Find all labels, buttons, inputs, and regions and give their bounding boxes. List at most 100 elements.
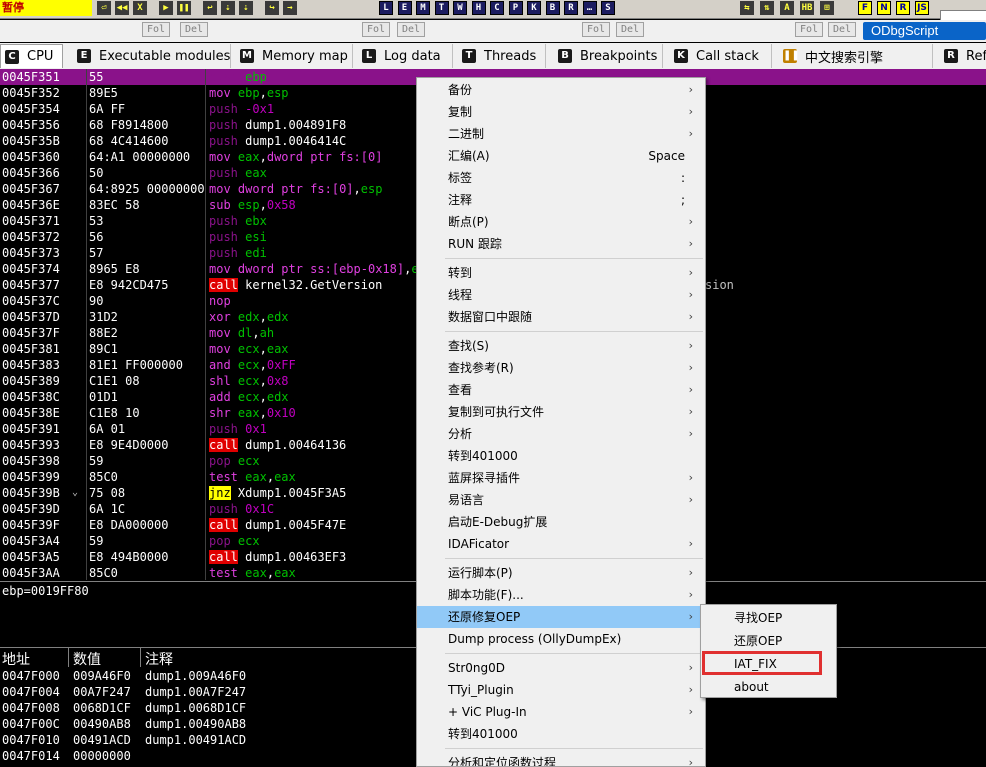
menu-item[interactable]: 注释; xyxy=(417,189,705,211)
del-button[interactable]: Del xyxy=(180,22,209,37)
instruction-cell: mov dl,ah xyxy=(209,325,274,341)
operand: , xyxy=(259,150,267,164)
window-button-m[interactable]: M xyxy=(416,1,430,15)
menu-item[interactable]: 数据窗口中跟随 › xyxy=(417,306,705,328)
column-header-comment[interactable]: 注释 xyxy=(145,649,173,669)
debug-button[interactable]: ⏎ xyxy=(97,1,111,15)
menu-item[interactable]: 分析和定位函数过程 › xyxy=(417,752,705,766)
tab-call-stack[interactable]: K Call stack xyxy=(670,44,772,68)
del-button[interactable]: Del xyxy=(616,22,645,37)
menu-item[interactable]: 复制到可执行文件 › xyxy=(417,401,705,423)
menu-item[interactable]: 查找参考(R) › xyxy=(417,357,705,379)
menu-item[interactable]: 线程 › xyxy=(417,284,705,306)
plugin-button-n[interactable]: N xyxy=(877,1,891,15)
menu-item[interactable]: 转到 › xyxy=(417,262,705,284)
menu-item[interactable]: 二进制 › xyxy=(417,123,705,145)
tab-chinese-search[interactable]: ❚❚ 中文搜索引擎 xyxy=(779,44,933,68)
tab-executable-modules[interactable]: E Executable modules xyxy=(73,44,231,68)
tab-threads[interactable]: T Threads xyxy=(458,44,546,68)
fol-button[interactable]: Fol xyxy=(142,22,171,37)
window-button-r[interactable]: R xyxy=(564,1,578,15)
menu-item[interactable]: 查看 › xyxy=(417,379,705,401)
tool-button[interactable]: HB xyxy=(800,1,814,15)
tool-button[interactable]: ⇆ xyxy=(740,1,754,15)
window-button-h[interactable]: H xyxy=(471,1,486,15)
menu-item[interactable]: Str0ng0D › xyxy=(417,657,705,679)
menu-item[interactable]: 转到401000 xyxy=(417,723,705,745)
menu-item[interactable]: RUN 跟踪 › xyxy=(417,233,705,255)
fol-button[interactable]: Fol xyxy=(582,22,611,37)
hex-bytes-cell: 50 xyxy=(89,166,104,180)
tool-button[interactable]: A xyxy=(780,1,794,15)
menu-item[interactable]: 运行脚本(P) › xyxy=(417,562,705,584)
tab-breakpoints[interactable]: B Breakpoints xyxy=(554,44,663,68)
plugin-button-js[interactable]: JS xyxy=(915,1,929,15)
debug-button[interactable]: ↪ xyxy=(265,1,279,15)
operand: ebx xyxy=(245,214,267,228)
window-button-l[interactable]: L xyxy=(379,1,393,15)
menu-item[interactable]: 分析 › xyxy=(417,423,705,445)
tab-memory-map[interactable]: M Memory map xyxy=(236,44,353,68)
window-button-c[interactable]: C xyxy=(490,1,504,15)
menu-item[interactable]: TTyi_Plugin › xyxy=(417,679,705,701)
fol-button[interactable]: Fol xyxy=(795,22,824,37)
menu-item[interactable]: Dump process (OllyDumpEx) xyxy=(417,628,705,650)
menu-item[interactable]: 易语言 › xyxy=(417,489,705,511)
tab-references[interactable]: R Refere xyxy=(940,44,986,68)
menu-item[interactable]: 断点(P) › xyxy=(417,211,705,233)
debug-button[interactable]: → xyxy=(283,1,297,15)
debug-button[interactable]: ⇣ xyxy=(221,1,235,15)
menu-item[interactable]: 标签: xyxy=(417,167,705,189)
instruction-cell: push eax xyxy=(209,165,267,181)
menu-item-label: 分析 xyxy=(448,427,473,441)
column-divider xyxy=(86,69,87,580)
menu-item-label: 脚本功能(F)... xyxy=(448,588,524,602)
odbgscript-tab[interactable]: ODbgScript xyxy=(863,22,986,40)
fol-button[interactable]: Fol xyxy=(362,22,391,37)
debug-button[interactable]: ▶ xyxy=(159,1,173,15)
menu-item[interactable]: 复制 › xyxy=(417,101,705,123)
operand: , xyxy=(259,406,267,420)
column-header-address[interactable]: 地址 xyxy=(2,649,30,669)
tool-button[interactable]: ⊞ xyxy=(820,1,834,15)
menu-item[interactable]: 备份 › xyxy=(417,79,705,101)
menu-item[interactable]: IDAFicator › xyxy=(417,533,705,555)
menu-item[interactable]: 汇编(A) Space xyxy=(417,145,705,167)
tab-cpu[interactable]: C CPU xyxy=(0,44,63,68)
dump-value: 00000000 xyxy=(73,749,131,763)
window-button-…[interactable]: … xyxy=(582,1,597,15)
menu-item[interactable]: 启动E-Debug扩展 xyxy=(417,511,705,533)
del-button[interactable]: Del xyxy=(828,22,857,37)
menu-item[interactable]: 转到401000 xyxy=(417,445,705,467)
submenu-item[interactable]: 还原OEP xyxy=(701,630,836,652)
hex-bytes-cell: 88E2 xyxy=(89,326,118,340)
window-button-b[interactable]: B xyxy=(545,1,560,15)
window-button-k[interactable]: K xyxy=(527,1,541,15)
column-header-value[interactable]: 数值 xyxy=(73,649,101,669)
del-button[interactable]: Del xyxy=(397,22,426,37)
plugin-button-r[interactable]: R xyxy=(896,1,910,15)
tool-button[interactable]: ⇅ xyxy=(760,1,774,15)
mnemonic: test xyxy=(209,566,238,580)
tab-log-data[interactable]: L Log data xyxy=(358,44,453,68)
debug-button[interactable]: ↩ xyxy=(203,1,217,15)
window-button-p[interactable]: P xyxy=(508,1,523,15)
window-button-e[interactable]: E xyxy=(397,1,412,15)
menu-item[interactable]: 脚本功能(F)... › xyxy=(417,584,705,606)
menu-item[interactable]: 查找(S) › xyxy=(417,335,705,357)
menu-item[interactable]: 还原修复OEP › xyxy=(417,606,705,628)
debug-button[interactable]: ❚❚ xyxy=(177,1,191,15)
debug-button[interactable]: X xyxy=(133,1,147,15)
operand: 0x8 xyxy=(266,374,289,388)
debug-button[interactable]: ⇣ xyxy=(239,1,253,15)
menu-item[interactable]: 蓝屏探寻插件 › xyxy=(417,467,705,489)
menu-item[interactable]: + ViC Plug-In › xyxy=(417,701,705,723)
window-button-t[interactable]: T xyxy=(434,1,449,15)
submenu-item[interactable]: about xyxy=(701,676,836,698)
debug-button[interactable]: ◀◀ xyxy=(115,1,129,15)
plugin-button-f[interactable]: F xyxy=(858,1,872,15)
submenu-item[interactable]: 寻找OEP xyxy=(701,607,836,629)
window-button-w[interactable]: W xyxy=(453,1,467,15)
window-button-s[interactable]: S xyxy=(601,1,615,15)
operand: ah xyxy=(259,326,275,340)
